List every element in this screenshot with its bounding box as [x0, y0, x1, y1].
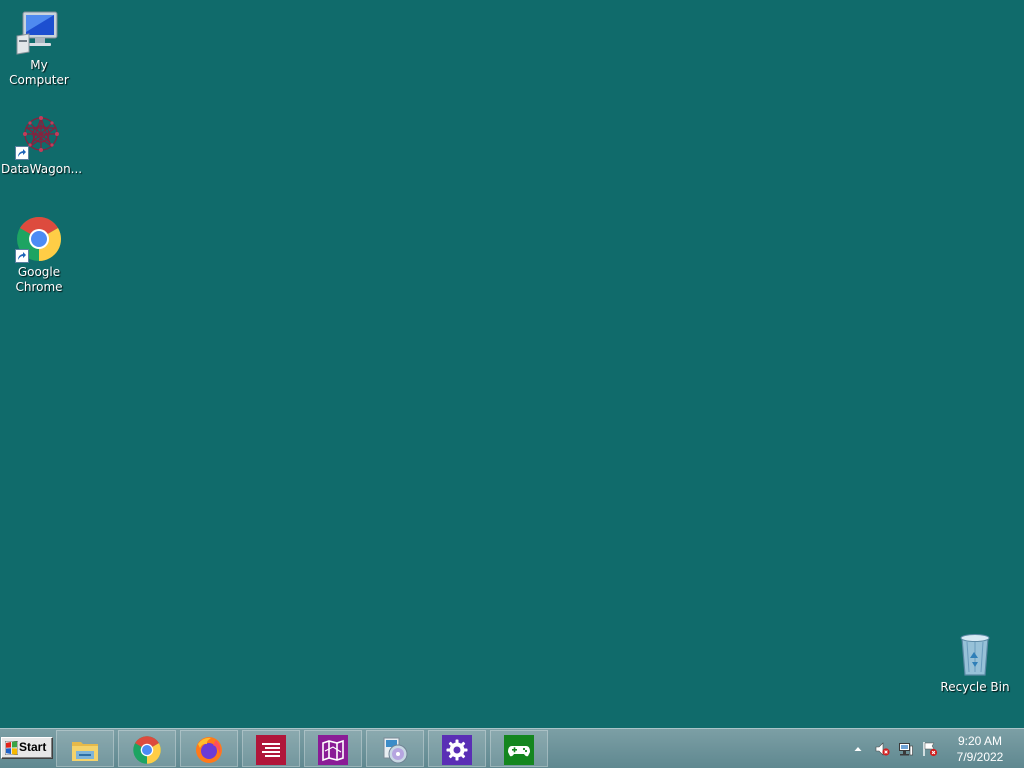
controller-icon: [504, 735, 534, 765]
taskbar-file-explorer-button[interactable]: [56, 730, 114, 767]
up-arrow-icon[interactable]: [850, 741, 866, 757]
firefox-icon: [196, 737, 222, 763]
system-tray: 9:20 AM 7/9/2022: [848, 729, 1024, 768]
desktop-icon-label: Google Chrome: [15, 265, 63, 294]
desktop-icon-recycle-bin[interactable]: Recycle Bin: [936, 630, 1014, 695]
taskbar: Start 9:20 AM 7/9/2022: [0, 728, 1024, 768]
map-icon: [318, 735, 348, 765]
shortcut-arrow-icon: [15, 146, 29, 160]
clock-date: 7/9/2022: [956, 750, 1004, 764]
start-label: Start: [19, 740, 47, 754]
desktop[interactable]: My Computer DataWagon... Google Chrome R…: [0, 0, 1024, 728]
volume-muted-icon[interactable]: [874, 741, 890, 757]
desktop-icon-google-chrome[interactable]: Google Chrome: [0, 215, 78, 295]
desktop-icon-label: My Computer: [9, 58, 69, 87]
shortcut-arrow-icon: [15, 249, 29, 263]
taskbar-clock[interactable]: 9:20 AM 7/9/2022: [952, 733, 1008, 765]
gear-icon: [442, 735, 472, 765]
network-icon[interactable]: [898, 741, 914, 757]
computer-icon: [15, 8, 63, 56]
desktop-icon-my-computer[interactable]: My Computer: [0, 8, 78, 88]
taskbar-chrome-button[interactable]: [118, 730, 176, 767]
recycle-bin-icon: [951, 630, 999, 678]
clock-time: 9:20 AM: [957, 734, 1003, 748]
desktop-icon-label: Recycle Bin: [940, 680, 1010, 694]
taskbar-firefox-button[interactable]: [180, 730, 238, 767]
folder-icon: [72, 742, 98, 761]
taskbar-media-player-button[interactable]: [366, 730, 424, 767]
taskbar-settings-button[interactable]: [428, 730, 486, 767]
chrome-icon: [133, 736, 161, 764]
chrome-icon: [15, 215, 63, 263]
windows-logo-icon: [5, 741, 18, 755]
disc-icon: [383, 737, 408, 764]
desktop-icon-datawagon[interactable]: DataWagon...: [0, 112, 83, 177]
desktop-icon-label: DataWagon...: [1, 162, 83, 176]
action-center-icon[interactable]: [922, 741, 938, 757]
datawagon-icon: [15, 112, 63, 160]
taskbar-maps-button[interactable]: [304, 730, 362, 767]
taskbar-text-editor-button[interactable]: [242, 730, 300, 767]
taskbar-xbox-button[interactable]: [490, 730, 548, 767]
text-lines-icon: [256, 735, 286, 765]
start-button[interactable]: Start: [1, 737, 53, 759]
